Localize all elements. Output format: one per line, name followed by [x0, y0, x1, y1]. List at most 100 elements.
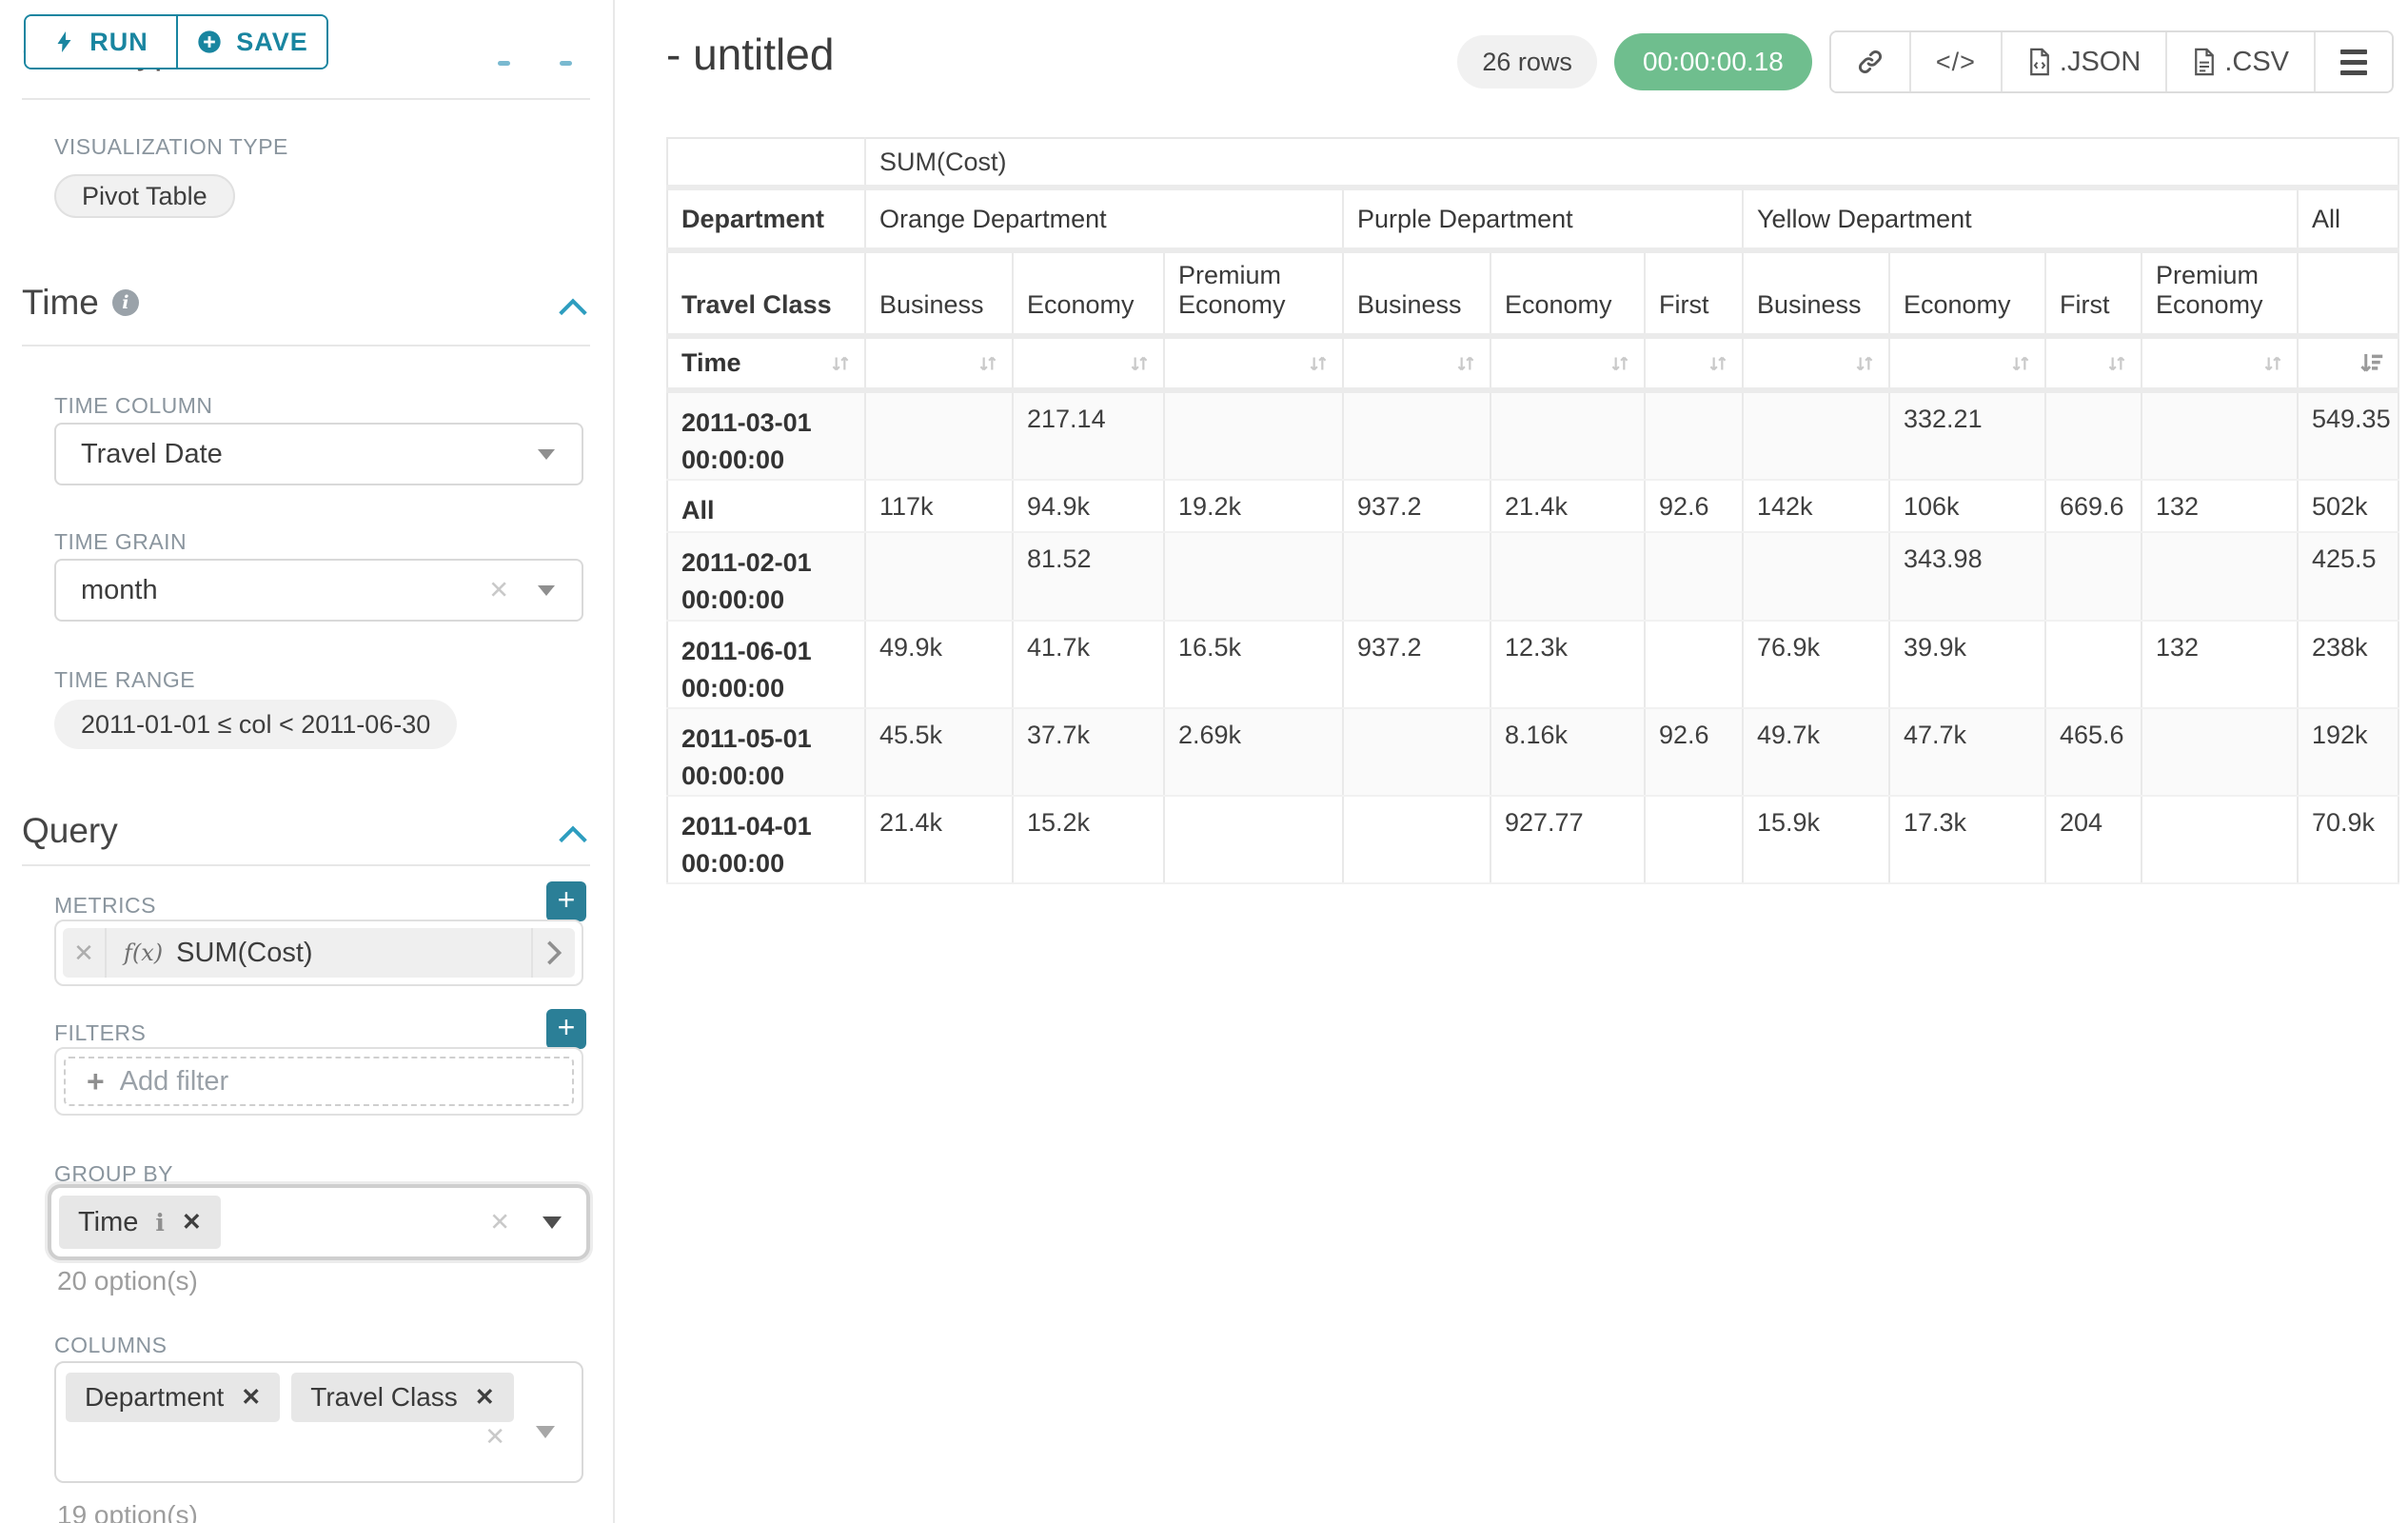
clear-icon[interactable]: ✕: [488, 576, 509, 605]
save-button[interactable]: SAVE: [176, 16, 326, 68]
sort-icon[interactable]: [976, 351, 1000, 376]
pivot-cell: [1645, 621, 1743, 708]
add-filter-label: Add filter: [120, 1066, 228, 1098]
pivot-row-dim-header: Department: [667, 188, 865, 250]
columns-tag[interactable]: Travel Class✕: [291, 1373, 514, 1422]
sort-icon[interactable]: [1852, 351, 1877, 376]
chevron-down-icon[interactable]: [538, 585, 555, 596]
group-by-tag[interactable]: Time i ✕: [59, 1196, 221, 1249]
add-filter-plus-button[interactable]: +: [546, 1009, 586, 1049]
pivot-data-row: 2011-03-01 00:00:00217.14332.21549.35: [667, 390, 2398, 480]
pivot-cell: 106k: [1889, 480, 2045, 532]
sort-icon[interactable]: [1127, 351, 1152, 376]
run-button[interactable]: RUN: [26, 16, 176, 68]
clear-icon[interactable]: ✕: [484, 1422, 505, 1452]
remove-tag-icon[interactable]: ✕: [182, 1208, 202, 1236]
pivot-cell: 238k: [2298, 621, 2398, 708]
time-column-select[interactable]: Travel Date: [54, 423, 583, 485]
columns-select[interactable]: Department✕Travel Class✕ ✕: [54, 1361, 583, 1483]
pivot-cell: 117k: [865, 480, 1013, 532]
query-section-heading: Query: [22, 811, 118, 851]
sort-icon[interactable]: [828, 351, 853, 376]
chevron-down-icon[interactable]: [538, 449, 555, 460]
pivot-row-label: 2011-05-01 00:00:00: [667, 708, 865, 796]
chart-title[interactable]: - untitled: [666, 29, 834, 80]
pivot-cell: [1343, 390, 1490, 480]
pivot-col-header: Business: [865, 250, 1013, 336]
export-json-button[interactable]: .JSON: [2001, 32, 2165, 91]
hamburger-icon: [2340, 49, 2367, 75]
pivot-row-label: 2011-04-01 00:00:00: [667, 796, 865, 883]
time-grain-select[interactable]: month ✕: [54, 559, 583, 622]
pivot-group-row: DepartmentOrange DepartmentPurple Depart…: [667, 188, 2398, 250]
pivot-cell: 669.6: [2045, 480, 2142, 532]
remove-tag-icon[interactable]: ✕: [241, 1383, 261, 1412]
query-duration-badge: 00:00:00.18: [1614, 33, 1812, 90]
lightning-bolt-icon: [53, 29, 76, 55]
superset-explore-view: Chart Type RUN SAVE VISUALIZATION TYPE P…: [0, 0, 2408, 1523]
pivot-sort-cell: [2298, 336, 2398, 390]
pivot-cell: 37.7k: [1013, 708, 1164, 796]
chevron-down-icon[interactable]: [543, 1216, 562, 1229]
pivot-sort-cell: [1164, 336, 1343, 390]
remove-metric-icon[interactable]: ✕: [63, 928, 107, 978]
pivot-col-header: Premium Economy: [1164, 250, 1343, 336]
chevron-right-icon[interactable]: [531, 928, 575, 978]
pivot-cell: 132: [2142, 621, 2298, 708]
columns-option-count: 19 option(s): [57, 1500, 198, 1523]
sort-icon[interactable]: [1306, 351, 1331, 376]
row-count-badge: 26 rows: [1457, 35, 1597, 89]
pivot-sort-cell: [2142, 336, 2298, 390]
export-json-label: .JSON: [2060, 47, 2141, 78]
share-link-button[interactable]: [1831, 32, 1909, 91]
sort-icon[interactable]: [1706, 351, 1730, 376]
pivot-cell: 21.4k: [1490, 480, 1645, 532]
sort-icon[interactable]: [2104, 351, 2129, 376]
pivot-group-header: Purple Department: [1343, 188, 1743, 250]
time-column-label: TIME COLUMN: [54, 393, 213, 419]
group-by-select[interactable]: Time i ✕ ✕: [48, 1184, 590, 1260]
pivot-sort-cell: [1013, 336, 1164, 390]
sort-icon[interactable]: [1453, 351, 1478, 376]
chart-area: - untitled 26 rows 00:00:00.18 </>: [617, 0, 2408, 1523]
pivot-cell: [1645, 390, 1743, 480]
filters-control: + Add filter: [54, 1047, 583, 1116]
info-icon: i: [112, 289, 139, 316]
sort-icon[interactable]: [2008, 351, 2033, 376]
sort-desc-icon[interactable]: [2358, 349, 2386, 378]
visualization-type-pill[interactable]: Pivot Table: [54, 174, 235, 218]
visualization-type-label: VISUALIZATION TYPE: [54, 134, 288, 160]
pivot-cell: 17.3k: [1889, 796, 2045, 883]
pivot-cell: 16.5k: [1164, 621, 1343, 708]
chevron-up-icon[interactable]: [558, 824, 588, 850]
pivot-cell: 94.9k: [1013, 480, 1164, 532]
chevron-up-icon[interactable]: [558, 297, 588, 323]
pivot-cell: [2142, 390, 2298, 480]
pivot-table-container: SUM(Cost) DepartmentOrange DepartmentPur…: [666, 137, 2399, 884]
sort-icon[interactable]: [1608, 351, 1632, 376]
sort-icon[interactable]: [2260, 351, 2285, 376]
pivot-cell: 81.52: [1013, 532, 1164, 620]
export-csv-button[interactable]: .CSV: [2165, 32, 2314, 91]
clear-icon[interactable]: ✕: [489, 1208, 510, 1237]
pivot-sort-cell: [1343, 336, 1490, 390]
metric-name: SUM(Cost): [176, 938, 312, 969]
menu-button[interactable]: [2314, 32, 2392, 91]
remove-tag-icon[interactable]: ✕: [475, 1383, 495, 1412]
pivot-cell: 70.9k: [2298, 796, 2398, 883]
columns-tag[interactable]: Department✕: [66, 1373, 280, 1422]
pivot-cell: [1164, 796, 1343, 883]
section-divider: [22, 98, 590, 100]
add-filter-dropzone[interactable]: + Add filter: [64, 1057, 574, 1106]
chevron-down-icon[interactable]: [536, 1426, 555, 1438]
pivot-col-header: Economy: [1490, 250, 1645, 336]
pivot-cell: 343.98: [1889, 532, 2045, 620]
view-query-button[interactable]: </>: [1909, 32, 2001, 91]
pivot-data-row: 2011-05-01 00:00:0045.5k37.7k2.69k8.16k9…: [667, 708, 2398, 796]
pivot-cell: 41.7k: [1013, 621, 1164, 708]
add-metric-button[interactable]: +: [546, 881, 586, 921]
metric-pill[interactable]: ✕ f(x) SUM(Cost): [63, 928, 575, 978]
time-range-pill[interactable]: 2011-01-01 ≤ col < 2011-06-30: [54, 700, 457, 749]
run-button-label: RUN: [89, 28, 148, 57]
pivot-cell: [1645, 796, 1743, 883]
